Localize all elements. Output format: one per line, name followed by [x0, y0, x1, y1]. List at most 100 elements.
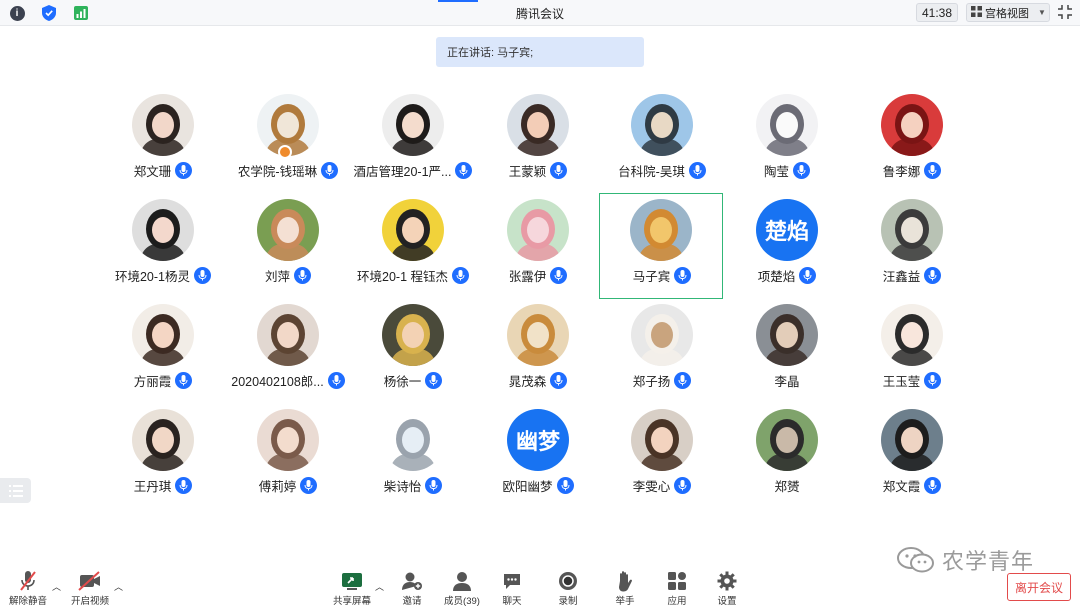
- participant-tile[interactable]: 酒店管理20-1严...: [351, 94, 475, 199]
- record-button[interactable]: 录制: [538, 570, 598, 607]
- share-screen-button[interactable]: 共享屏幕: [322, 570, 382, 607]
- mic-icon: [294, 266, 311, 284]
- speaking-banner: 正在讲话: 马子宾;: [436, 37, 644, 67]
- mic-icon: [321, 161, 339, 179]
- participant-tile[interactable]: 郑文霞: [850, 409, 974, 514]
- participant-name: 酒店管理20-1严...: [353, 164, 452, 179]
- mic-icon: [793, 161, 810, 179]
- participant-avatar: [881, 409, 943, 471]
- participant-avatar: [132, 304, 194, 366]
- participant-name-row: 刘萍: [226, 265, 350, 285]
- participant-tile[interactable]: 台科院-吴琪: [600, 94, 724, 199]
- participant-tile[interactable]: 王丹琪: [101, 409, 225, 514]
- title-bar: i 腾讯会议 41:38 宫格视图 ▼: [0, 0, 1080, 26]
- participant-tile[interactable]: 郑赟: [725, 409, 849, 514]
- mic-icon: [550, 161, 568, 179]
- participant-tile[interactable]: 楚焰 项楚焰: [725, 199, 849, 304]
- watermark-text: 农学青年: [942, 549, 1035, 574]
- participant-tile[interactable]: 郑子扬: [600, 304, 724, 409]
- mic-icon: [924, 266, 942, 284]
- participant-name-row: 环境20-1 程钰杰: [351, 265, 475, 285]
- invite-label: 邀请: [402, 596, 422, 607]
- participant-tile[interactable]: 马子宾: [599, 193, 723, 299]
- mic-icon: [452, 266, 469, 284]
- participant-tile[interactable]: 方丽霞: [101, 304, 225, 409]
- share-screen-label: 共享屏幕: [332, 596, 371, 607]
- participant-tile[interactable]: 王蒙颖: [476, 94, 600, 199]
- participant-name-row: 项楚焰: [725, 265, 849, 285]
- participant-avatar: [132, 94, 194, 156]
- participant-tile[interactable]: 张露伊: [476, 199, 600, 304]
- add-user-icon: [401, 570, 423, 592]
- participant-name-row: 台科院-吴琪: [600, 160, 724, 180]
- participant-name: 鲁李娜: [882, 164, 921, 179]
- list-toggle-button[interactable]: [0, 478, 31, 503]
- mic-icon: [924, 476, 942, 494]
- mic-icon: [175, 161, 193, 179]
- start-video-button[interactable]: 开启视频: [60, 570, 120, 607]
- video-options-caret[interactable]: ︿: [114, 580, 123, 593]
- participant-tile[interactable]: 环境20-1杨灵: [101, 199, 225, 304]
- participant-tile[interactable]: 环境20-1 程钰杰: [351, 199, 475, 304]
- participant-avatar: [756, 304, 818, 366]
- participant-name: 晁茂森: [508, 374, 547, 389]
- participant-avatar: [630, 199, 692, 261]
- participant-tile[interactable]: 李雯心: [600, 409, 724, 514]
- fullscreen-icon[interactable]: [1057, 4, 1075, 22]
- unmute-label: 解除静音: [8, 596, 47, 607]
- mic-icon: [688, 161, 706, 179]
- apps-icon: [667, 570, 687, 592]
- meeting-timer: 41:38: [916, 3, 958, 22]
- participant-name-row: 晁茂森: [476, 370, 600, 390]
- participant-tile[interactable]: 刘萍: [226, 199, 350, 304]
- start-video-label: 开启视频: [70, 596, 109, 607]
- raise-hand-button[interactable]: 举手: [595, 570, 655, 607]
- participant-tile[interactable]: 杨徐一: [351, 304, 475, 409]
- mic-icon: [674, 371, 692, 389]
- participant-tile[interactable]: 农学院-钱瑶琳: [226, 94, 350, 199]
- hand-icon: [616, 570, 634, 592]
- participant-tile[interactable]: 郑文珊: [101, 94, 225, 199]
- participant-name: 汪鑫益: [882, 269, 921, 284]
- chat-button[interactable]: 聊天: [482, 570, 542, 607]
- participant-tile[interactable]: 幽梦 欧阳幽梦: [476, 409, 600, 514]
- participant-tile[interactable]: 柴诗怡: [351, 409, 475, 514]
- mic-icon: [924, 371, 942, 389]
- participant-avatar: [631, 304, 693, 366]
- participant-tile[interactable]: 李晶: [725, 304, 849, 409]
- participant-avatar: [132, 409, 194, 471]
- participant-tile[interactable]: 鲁李娜: [850, 94, 974, 199]
- participant-avatar: [132, 199, 194, 261]
- participant-name: 郑子扬: [632, 374, 671, 389]
- participant-tile[interactable]: 陶莹: [725, 94, 849, 199]
- participant-tile[interactable]: 晁茂森: [476, 304, 600, 409]
- participant-name: 郑赟: [774, 479, 800, 494]
- participant-name-row: 欧阳幽梦: [476, 475, 600, 495]
- leave-meeting-button[interactable]: 离开会议: [1007, 573, 1071, 601]
- participant-name: 环境20-1 程钰杰: [357, 269, 448, 284]
- settings-button[interactable]: 设置: [697, 570, 757, 607]
- participant-name-row: 农学院-钱瑶琳: [226, 160, 350, 180]
- settings-label: 设置: [717, 596, 737, 607]
- participant-name: 王丹琪: [133, 479, 172, 494]
- mic-icon: [300, 476, 318, 494]
- participant-tile[interactable]: 2020402108郎...: [226, 304, 350, 409]
- chat-label: 聊天: [502, 596, 522, 607]
- participant-avatar: [382, 199, 444, 261]
- participant-tile[interactable]: 王玉莹: [850, 304, 974, 409]
- wechat-logo-icon: [897, 547, 934, 573]
- view-mode-dropdown[interactable]: 宫格视图 ▼: [966, 3, 1050, 22]
- participant-name: 欧阳幽梦: [502, 479, 553, 494]
- participant-name-row: 郑赟: [725, 475, 849, 495]
- participant-tile[interactable]: 傅莉婷: [226, 409, 350, 514]
- mic-icon: [799, 266, 817, 284]
- apps-label: 应用: [667, 596, 687, 607]
- participant-avatar: [756, 94, 818, 156]
- unmute-button[interactable]: 解除静音: [0, 570, 58, 607]
- mic-icon: [924, 161, 942, 179]
- participant-avatar: [382, 304, 444, 366]
- participant-tile[interactable]: 汪鑫益: [850, 199, 974, 304]
- mic-icon: [550, 371, 568, 389]
- record-icon: [558, 570, 578, 592]
- gear-icon: [717, 570, 737, 592]
